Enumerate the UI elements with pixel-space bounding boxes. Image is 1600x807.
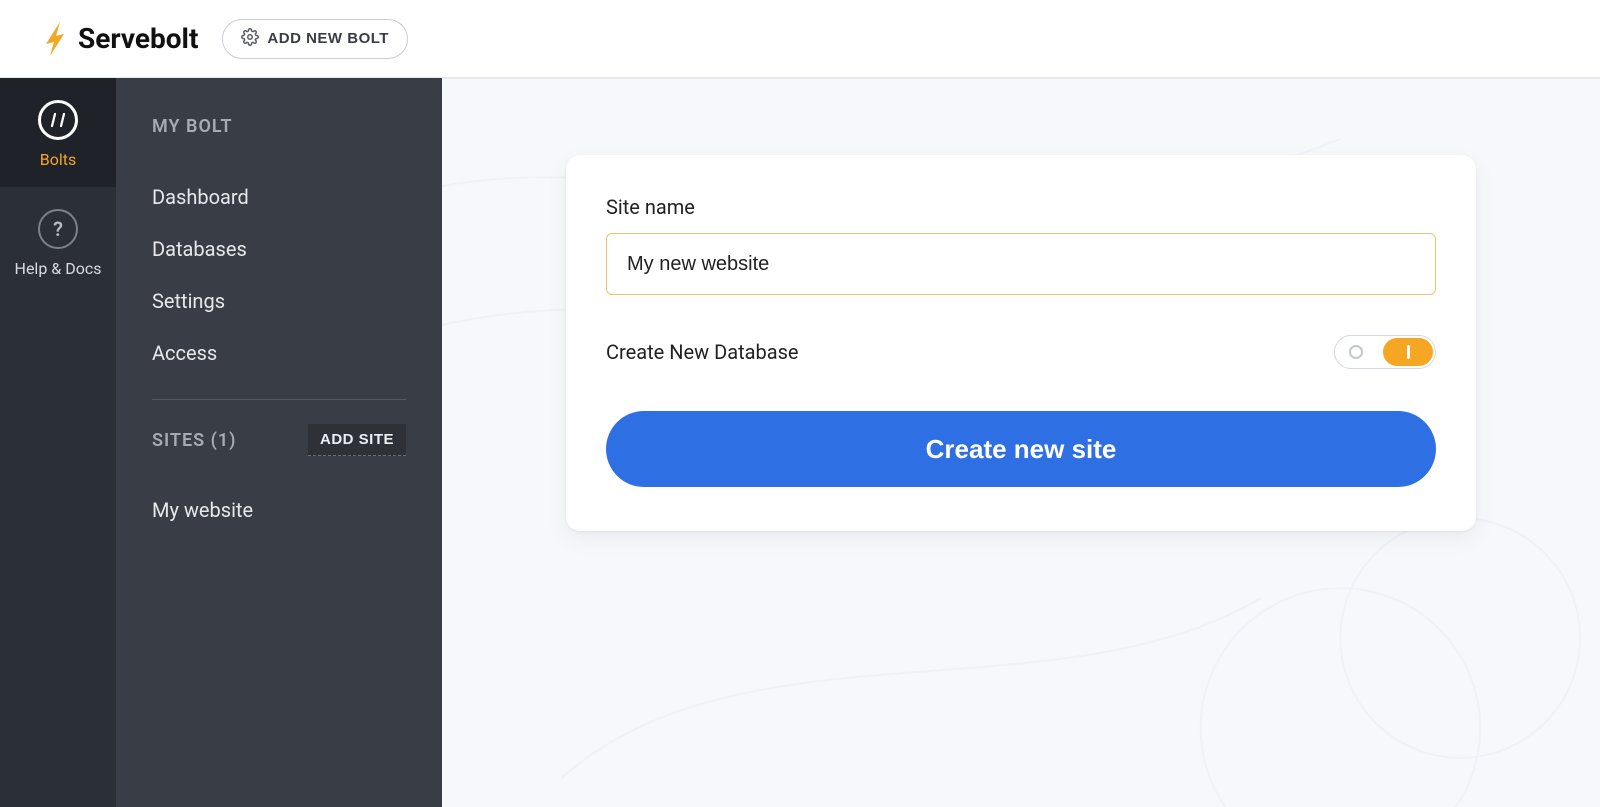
sidebar-site-item[interactable]: My website [152,484,406,536]
main-content: Site name Create New Database Create new… [442,78,1600,807]
create-db-label: Create New Database [606,340,799,364]
bolt-logo-icon [40,20,70,58]
sidebar-heading-sites: SITES (1) [152,430,236,451]
sidebar-link-access[interactable]: Access [152,327,406,379]
rail-item-label: Bolts [40,150,76,169]
sidebar-link-databases[interactable]: Databases [152,223,406,275]
gear-icon [241,28,259,50]
brand-logo[interactable]: Servebolt [40,20,198,58]
add-site-button[interactable]: ADD SITE [308,424,406,456]
bolt-circle-icon [38,100,78,140]
toggle-off-indicator-icon [1349,345,1363,359]
create-site-card: Site name Create New Database Create new… [566,155,1476,531]
sidebar-link-dashboard[interactable]: Dashboard [152,171,406,223]
rail-item-help[interactable]: ? Help & Docs [0,187,116,296]
brand-name: Servebolt [78,22,198,55]
create-db-toggle[interactable] [1334,335,1436,369]
primary-nav-rail: Bolts ? Help & Docs [0,78,116,807]
site-name-label: Site name [606,195,1436,219]
sidebar-link-settings[interactable]: Settings [152,275,406,327]
site-name-input[interactable] [606,233,1436,295]
app-header: Servebolt ADD NEW BOLT [0,0,1600,78]
toggle-on-knob-icon [1383,338,1433,366]
create-site-button[interactable]: Create new site [606,411,1436,487]
add-bolt-label: ADD NEW BOLT [267,30,389,47]
add-new-bolt-button[interactable]: ADD NEW BOLT [222,19,408,59]
sidebar-heading-bolt: MY BOLT [152,116,406,137]
rail-item-label: Help & Docs [15,259,102,278]
rail-item-bolts[interactable]: Bolts [0,78,116,187]
sidebar-divider [152,399,406,400]
secondary-sidebar: MY BOLT Dashboard Databases Settings Acc… [116,78,442,807]
help-circle-icon: ? [38,209,78,249]
